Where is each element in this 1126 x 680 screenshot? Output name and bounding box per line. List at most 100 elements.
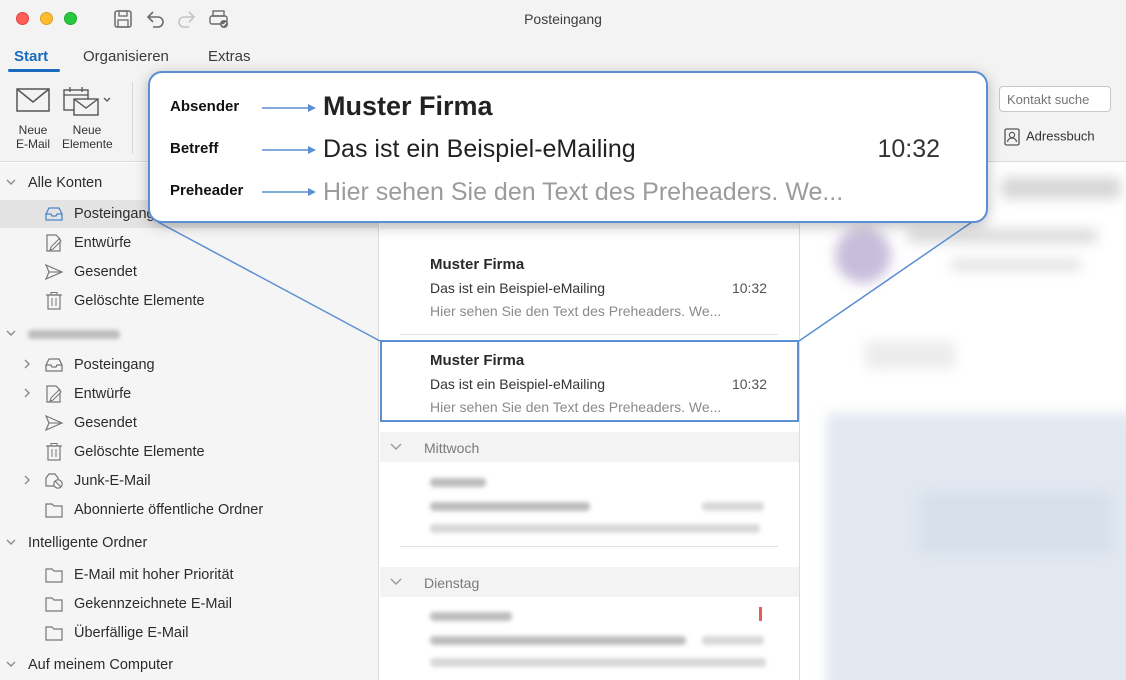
arrow-right-icon — [262, 104, 316, 112]
active-tab-indicator — [8, 69, 60, 72]
sidebar-item-label: Junk-E-Mail — [74, 473, 151, 489]
new-items-button[interactable]: Neue Elemente — [62, 86, 113, 151]
sidebar-item-sent[interactable]: Gesendet — [0, 258, 378, 286]
blurred-time — [702, 502, 764, 511]
blurred-time — [702, 636, 764, 645]
chevron-down-icon[interactable] — [6, 328, 16, 338]
sidebar-item-label: Überfällige E-Mail — [74, 625, 189, 641]
sidebar-item-flagged[interactable]: Gekennzeichnete E-Mail — [0, 590, 378, 618]
group-account-2[interactable] — [0, 320, 378, 348]
window-title: Posteingang — [524, 11, 602, 27]
message-item-blurred[interactable] — [380, 597, 799, 680]
folder-icon — [45, 597, 63, 612]
row-divider — [400, 334, 778, 335]
group-label: Intelligente Ordner — [28, 535, 148, 551]
message-preheader: Hier sehen Sie den Text des Preheaders. … — [430, 303, 722, 319]
sent-icon — [44, 263, 64, 281]
sidebar-item-public-folders[interactable]: Abonnierte öffentliche Ordner — [0, 496, 378, 524]
callout-subject: Das ist ein Beispiel-eMailing — [323, 135, 636, 163]
chevron-down-icon[interactable] — [390, 577, 402, 587]
group-on-my-computer[interactable]: Auf meinem Computer — [0, 651, 378, 679]
envelope-icon — [16, 88, 50, 112]
blurred-header-line — [907, 229, 1097, 243]
draft-icon — [46, 234, 62, 252]
sidebar-item-label: Abonnierte öffentliche Ordner — [74, 502, 264, 518]
group-header-label: Dienstag — [424, 575, 480, 591]
sent-icon — [44, 414, 64, 432]
blurred-preheader — [430, 658, 766, 667]
contact-search-input[interactable] — [999, 86, 1111, 112]
sidebar-item-deleted[interactable]: Gelöschte Elemente — [0, 287, 378, 315]
blurred-button — [865, 341, 955, 369]
sidebar-item-junk[interactable]: Junk-E-Mail — [0, 467, 378, 495]
junk-icon — [45, 473, 63, 489]
folder-sidebar: Alle Konten Posteingang Entwürfe Gesende… — [0, 163, 379, 680]
inbox-icon — [45, 358, 63, 372]
blurred-account-name — [28, 330, 120, 339]
group-header-label: Mittwoch — [424, 440, 480, 456]
folder-icon — [45, 503, 63, 518]
address-book-icon — [1004, 128, 1020, 146]
sidebar-item-overdue[interactable]: Überfällige E-Mail — [0, 619, 378, 647]
message-sender: Muster Firma — [430, 256, 525, 273]
group-label: Auf meinem Computer — [28, 657, 174, 673]
draft-icon — [46, 385, 62, 403]
tab-organisieren[interactable]: Organisieren — [83, 48, 169, 65]
chevron-down-icon[interactable] — [6, 659, 16, 669]
blurred-sender — [430, 612, 512, 621]
ribbon-separator — [132, 82, 133, 154]
chevron-down-icon[interactable] — [6, 537, 16, 547]
inbox-icon — [45, 207, 63, 221]
address-book-button[interactable]: Adressbuch — [1004, 128, 1095, 146]
blurred-subject — [430, 502, 590, 511]
chevron-down-icon[interactable] — [6, 177, 16, 187]
new-email-label-1: Neue — [18, 123, 48, 137]
address-book-label: Adressbuch — [1026, 128, 1095, 144]
trash-icon — [46, 443, 62, 461]
arrow-right-icon — [262, 188, 316, 196]
group-smart-folders[interactable]: Intelligente Ordner — [0, 529, 378, 557]
chevron-right-icon[interactable] — [22, 359, 32, 369]
group-header-wednesday[interactable]: Mittwoch — [380, 432, 799, 462]
reading-pane — [801, 163, 1126, 680]
tab-start[interactable]: Start — [14, 48, 48, 65]
message-subject: Das ist ein Beispiel-eMailing — [430, 280, 606, 296]
blurred-title — [1001, 177, 1121, 199]
callout-preheader: Hier sehen Sie den Text des Preheaders. … — [323, 178, 844, 206]
new-email-button[interactable]: Neue E-Mail — [8, 86, 58, 151]
tab-extras[interactable]: Extras — [208, 48, 251, 65]
sidebar-item-sent-2[interactable]: Gesendet — [0, 409, 378, 437]
sidebar-item-label: Gekennzeichnete E-Mail — [74, 596, 232, 612]
sidebar-item-high-priority[interactable]: E-Mail mit hoher Priorität — [0, 561, 378, 589]
chevron-right-icon[interactable] — [22, 388, 32, 398]
chevron-down-icon[interactable] — [390, 442, 402, 452]
sidebar-item-label: Posteingang — [74, 206, 155, 222]
group-label: Alle Konten — [28, 175, 103, 191]
flag-icon — [759, 607, 762, 621]
blurred-header-line — [951, 259, 1081, 271]
sidebar-item-label: Entwürfe — [74, 386, 132, 402]
sidebar-item-inbox-2[interactable]: Posteingang — [0, 351, 378, 379]
ribbon-tabs: Start Organisieren Extras — [0, 38, 1126, 74]
blurred-subject — [430, 636, 686, 645]
sidebar-item-deleted-2[interactable]: Gelöschte Elemente — [0, 438, 378, 466]
message-item[interactable]: Muster Firma Das ist ein Beispiel-eMaili… — [380, 243, 799, 335]
avatar — [835, 227, 891, 283]
callout-time: 10:32 — [877, 135, 940, 163]
sidebar-item-drafts[interactable]: Entwürfe — [0, 229, 378, 257]
annotation-callout: Absender Muster Firma Betreff Das ist ei… — [148, 71, 988, 223]
sidebar-item-label: Gesendet — [74, 415, 137, 431]
blurred-preheader — [430, 524, 760, 533]
sidebar-item-label: Posteingang — [74, 357, 155, 373]
new-items-label-2: Elemente — [62, 137, 113, 151]
message-item-blurred[interactable] — [380, 463, 799, 555]
folder-icon — [45, 568, 63, 583]
folder-icon — [45, 626, 63, 641]
sidebar-item-label: Gelöschte Elemente — [74, 444, 205, 460]
trash-icon — [46, 292, 62, 310]
sidebar-item-drafts-2[interactable]: Entwürfe — [0, 380, 378, 408]
group-header-tuesday[interactable]: Dienstag — [380, 567, 799, 597]
label-preheader: Preheader — [170, 182, 244, 199]
chevron-right-icon[interactable] — [22, 475, 32, 485]
highlight-frame — [380, 340, 799, 422]
